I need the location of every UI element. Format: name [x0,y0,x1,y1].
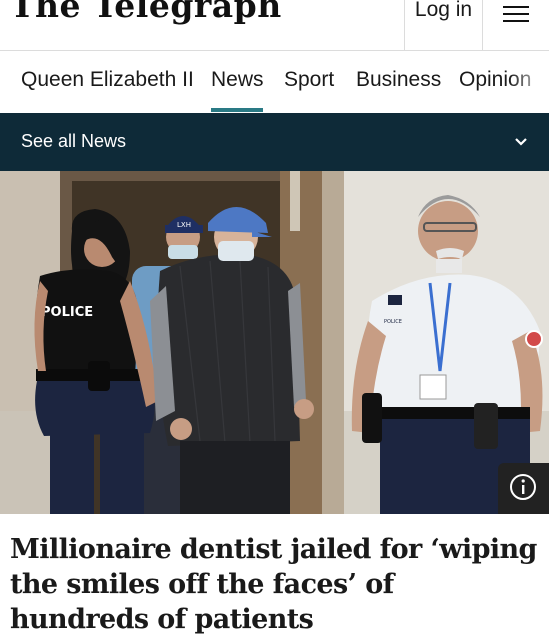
see-all-news-label: See all News [21,131,127,151]
article-headline[interactable]: Millionaire dentist jailed for ‘wiping t… [10,532,540,637]
chevron-down-icon[interactable] [513,135,529,147]
nav-item-news[interactable]: News [211,68,264,92]
police-vest-label-right: POLICE [384,319,402,325]
masthead-logo[interactable]: The Telegraph [10,0,282,25]
nav-item-business[interactable]: Business [356,68,441,92]
nav-scroll-fade [509,51,549,113]
image-info-button[interactable] [498,463,549,514]
section-nav: Queen Elizabeth II News Sport Business O… [0,51,549,114]
nav-item-queen-elizabeth-ii[interactable]: Queen Elizabeth II [21,68,194,92]
police-vest-label-left: POLICE [41,305,93,320]
see-all-news-bar[interactable]: See all News [0,113,549,171]
nav-item-sport[interactable]: Sport [284,68,334,92]
active-nav-indicator [211,108,263,112]
top-header: The Telegraph Log in [0,0,549,51]
login-button[interactable]: Log in [404,0,483,50]
hamburger-menu-icon[interactable] [482,0,549,50]
hero-photo: LXH POLICE POLICE [0,171,549,514]
cap-text: LXH [177,221,191,229]
info-icon[interactable] [498,463,549,514]
